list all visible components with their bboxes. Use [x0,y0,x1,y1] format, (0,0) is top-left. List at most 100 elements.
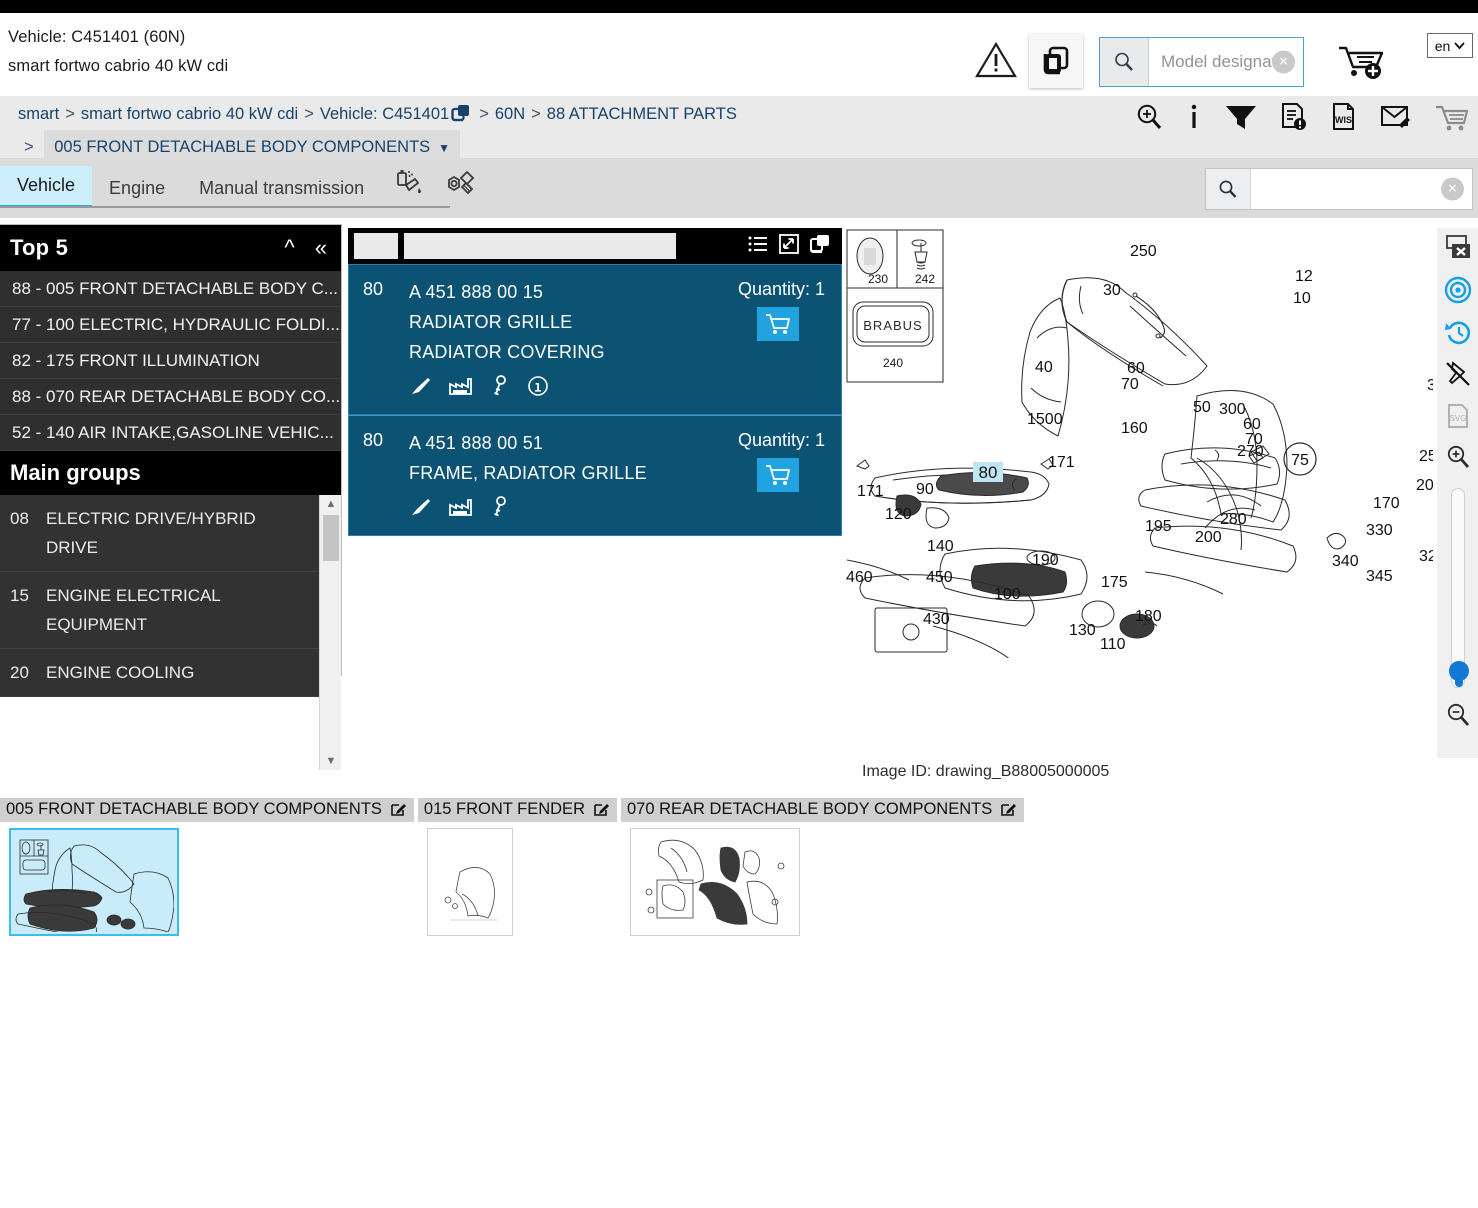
main-group-item-20[interactable]: 20 ENGINE COOLING [0,649,319,697]
breadcrumb-bar: smart > smart fortwo cabrio 40 kW cdi > Vehi… [0,96,1478,166]
add-to-cart-button[interactable] [757,307,799,341]
thumbnail-caption[interactable]: 015 FRONT FENDER [417,798,617,822]
breadcrumb-separator: > [65,105,75,123]
scrollbar-thumb[interactable] [323,515,339,561]
breadcrumb-item-4[interactable]: 88 ATTACHMENT PARTS [547,105,737,123]
svg-text:90: 90 [916,481,934,498]
edit-icon[interactable] [1001,802,1017,817]
unpin-icon[interactable] [1444,360,1472,388]
duplicate-icon[interactable] [1029,34,1083,88]
triangle-down-icon[interactable]: ▼ [320,752,342,770]
paint-brush-icon[interactable] [409,497,431,522]
list-view-icon[interactable] [748,235,768,258]
expand-icon[interactable] [779,233,799,259]
svg-text:180: 180 [1135,608,1162,625]
cart-icon[interactable] [1434,102,1468,132]
chevron-down-icon [1454,41,1465,49]
svg-text:SVG: SVG [1449,414,1466,423]
parts-header-cell-num [354,233,398,259]
thumbnail-caption[interactable]: 070 REAR DETACHABLE BODY COMPONENTS [620,798,1025,822]
paint-brush-icon[interactable] [409,376,431,401]
thumbnail-strip: 005 FRONT DETACHABLE BODY COMPONENTS 015… [0,798,1028,936]
breadcrumb-item-3[interactable]: 60N [495,105,525,123]
filter-icon[interactable] [1224,102,1258,132]
thumbnail-caption-label: 015 FRONT FENDER [423,800,585,818]
svg-export-icon[interactable]: SVG [1444,402,1472,430]
duplicate-icon[interactable] [810,234,830,259]
tab-vehicle[interactable]: Vehicle [0,166,93,208]
svg-text:230: 230 [868,272,888,286]
breadcrumb-item-1[interactable]: smart fortwo cabrio 40 kW cdi [81,105,298,123]
tab-manual-transmission[interactable]: Manual transmission [182,169,381,208]
thumbnail-image[interactable] [629,828,800,936]
svg-text:240: 240 [883,356,903,370]
zoom-slider[interactable] [1448,488,1469,688]
clear-icon[interactable]: ✕ [1272,50,1295,74]
cart-add-icon[interactable] [1336,43,1388,79]
parts-search-input[interactable] [1251,169,1472,209]
part-name-secondary: RADIATOR COVERING [409,342,605,362]
technical-drawing-viewer[interactable]: BRABUS 230 242 240 80 75 250 12 30 10 40… [845,228,1433,658]
duplicate-icon[interactable] [451,102,471,132]
document-alert-icon[interactable] [1280,102,1308,132]
add-to-cart-button[interactable] [757,458,799,492]
top5-item-4[interactable]: 52 - 140 AIR INTAKE,GASOLINE VEHIC... [0,415,341,451]
part-row[interactable]: 80 A 451 888 00 51 FRAME, RADIATOR GRILL… [348,415,842,536]
chevron-down-icon: ▼ [438,141,451,155]
thumbnail-caption[interactable]: 005 FRONT DETACHABLE BODY COMPONENTS [0,798,414,822]
tab-engine[interactable]: Engine [92,169,182,208]
main-group-label: ENGINE ELECTRICAL EQUIPMENT [46,586,221,634]
breadcrumb-item-2[interactable]: Vehicle: C451401 [320,105,449,123]
thumbnail-image[interactable] [9,828,179,936]
wis-document-icon[interactable]: WIS [1330,102,1358,132]
main-group-item-15[interactable]: 15 ENGINE ELECTRICAL EQUIPMENT [0,572,319,649]
svg-text:50: 50 [1193,399,1211,416]
mail-edit-icon[interactable] [1380,102,1412,132]
history-reset-icon[interactable] [1444,318,1472,346]
key-icon[interactable] [491,496,509,523]
factory-icon[interactable] [449,376,473,401]
svg-text:31: 31 [1427,377,1433,394]
key-icon[interactable] [491,375,509,402]
thumbnail-group-070: 070 REAR DETACHABLE BODY COMPONENTS [620,798,1025,936]
zoom-slider-handle[interactable] [1448,661,1469,681]
zoom-out-icon[interactable] [1445,702,1471,728]
thumbnail-image[interactable] [426,828,513,936]
bolt-nut-icon[interactable] [445,169,479,204]
warning-triangle-icon[interactable] [975,41,1017,79]
info-circle-icon[interactable] [527,375,549,402]
triangle-up-icon[interactable]: ▲ [320,495,342,513]
top5-item-2[interactable]: 82 - 175 FRONT ILLUMINATION [0,343,341,379]
model-designation-search[interactable]: ✕ [1099,37,1304,87]
main-group-label: ENGINE COOLING [46,663,195,682]
clear-icon[interactable]: ✕ [1441,177,1464,201]
search-icon[interactable] [1206,169,1251,209]
main-group-item-08[interactable]: 08 ELECTRIC DRIVE/HYBRID DRIVE [0,495,319,572]
svg-text:250: 250 [1419,448,1433,465]
chevron-double-left-icon[interactable]: « [315,237,327,259]
paint-spray-icon[interactable] [395,169,429,204]
factory-icon[interactable] [449,497,473,522]
top5-item-3[interactable]: 88 - 070 REAR DETACHABLE BODY CO... [0,379,341,415]
zoom-in-icon[interactable] [1134,102,1164,132]
part-row[interactable]: 80 A 451 888 00 15 RADIATOR GRILLE RADIA… [348,264,842,415]
parts-header-cell-desc [404,233,676,259]
edit-icon[interactable] [391,802,406,817]
language-selector[interactable]: en [1427,33,1473,58]
svg-text:430: 430 [923,611,950,628]
search-icon[interactable] [1100,38,1149,86]
svg-text:160: 160 [1121,420,1148,437]
thumbnail-group-005: 005 FRONT DETACHABLE BODY COMPONENTS [0,798,414,936]
chevron-up-icon[interactable]: ^ [284,237,294,259]
edit-icon[interactable] [594,802,609,817]
close-window-icon[interactable] [1444,234,1472,262]
top5-item-0[interactable]: 88 - 005 FRONT DETACHABLE BODY C... [0,271,341,307]
parts-search[interactable]: ✕ [1205,168,1473,210]
main-groups-list: 08 ELECTRIC DRIVE/HYBRID DRIVE 15 ENGINE… [0,495,319,770]
zoom-in-icon[interactable] [1445,444,1471,470]
info-icon[interactable] [1186,102,1202,132]
target-icon[interactable] [1444,276,1472,304]
breadcrumb-item-0[interactable]: smart [18,105,59,123]
top5-item-1[interactable]: 77 - 100 ELECTRIC, HYDRAULIC FOLDI... [0,307,341,343]
sidebar-scrollbar[interactable]: ▲ ▼ [319,495,341,770]
